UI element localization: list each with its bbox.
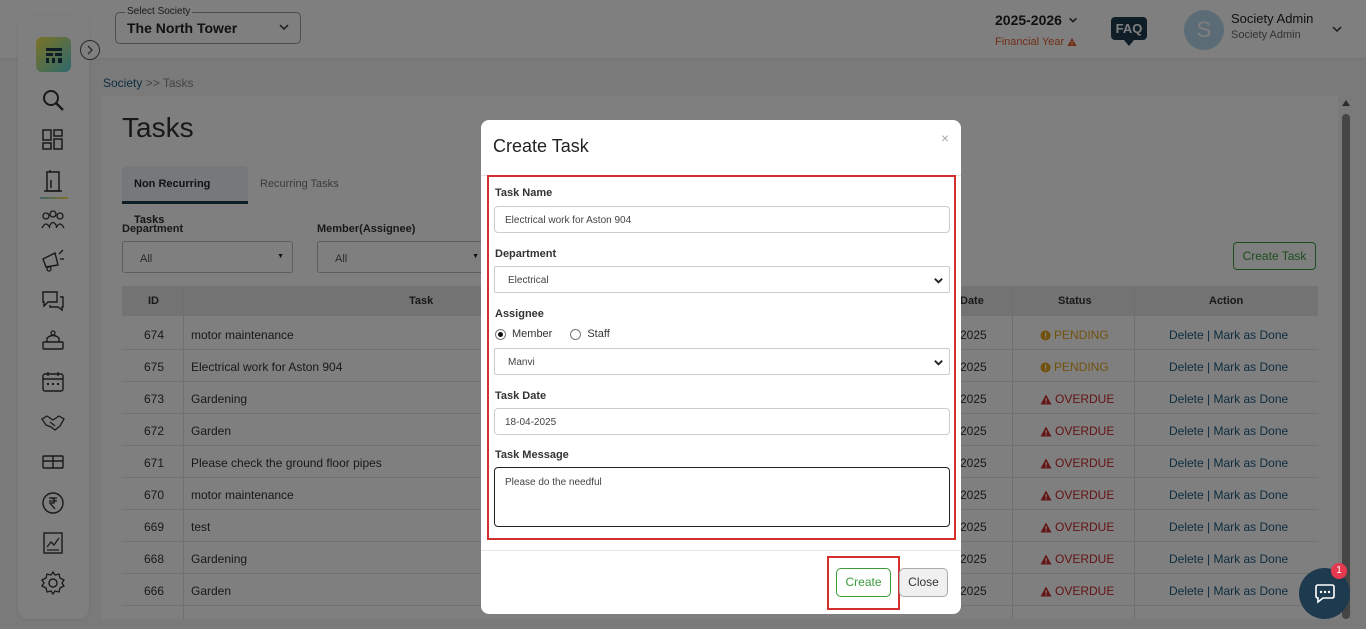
department-select-value: Electrical xyxy=(508,275,549,286)
notification-badge: 1 xyxy=(1331,563,1347,579)
chat-icon xyxy=(1314,583,1335,604)
task-message-textarea[interactable]: Please do the needful xyxy=(494,467,950,527)
chevron-down-icon xyxy=(934,360,943,366)
staff-radio-label: Staff xyxy=(587,328,610,340)
chevron-down-icon xyxy=(934,278,943,284)
task-date-label: Task Date xyxy=(495,390,547,402)
assignee-select-value: Manvi xyxy=(508,357,535,368)
department-label: Department xyxy=(495,248,557,260)
assignee-label: Assignee xyxy=(495,308,544,320)
task-form: Task Name Electrical work for Aston 904 … xyxy=(487,175,956,540)
member-radio-label: Member xyxy=(512,328,553,340)
task-name-label: Task Name xyxy=(495,187,553,199)
assignee-type-group: Member Staff xyxy=(495,328,610,340)
create-button[interactable]: Create xyxy=(836,568,891,597)
modal-title: Create Task xyxy=(493,136,589,156)
department-select[interactable]: Electrical xyxy=(494,266,950,293)
task-date-input[interactable]: 18-04-2025 xyxy=(494,408,950,435)
divider xyxy=(481,550,961,551)
task-name-input[interactable]: Electrical work for Aston 904 xyxy=(494,206,950,233)
close-icon[interactable]: × xyxy=(941,130,949,146)
create-task-modal: Create Task × Task Name Electrical work … xyxy=(481,120,961,614)
staff-radio[interactable] xyxy=(570,328,582,340)
close-button[interactable]: Close xyxy=(899,568,948,597)
task-message-label: Task Message xyxy=(495,449,569,461)
member-radio[interactable] xyxy=(495,328,506,340)
assignee-select[interactable]: Manvi xyxy=(494,348,950,375)
